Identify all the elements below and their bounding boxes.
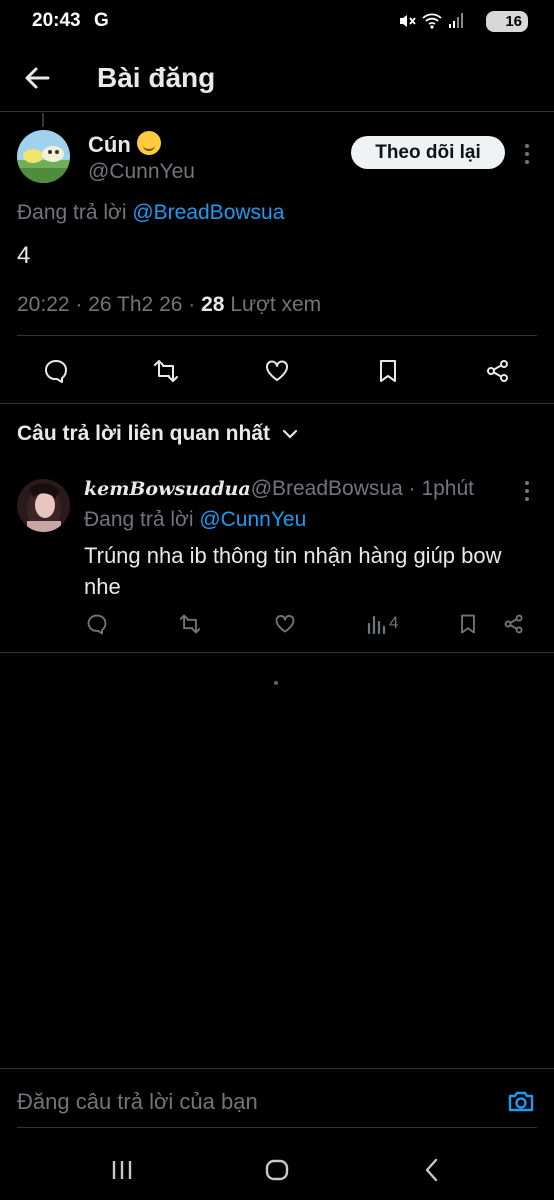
bookmark-icon[interactable] xyxy=(457,613,479,635)
reply-icon[interactable] xyxy=(86,613,108,635)
reply-composer xyxy=(0,1068,554,1128)
post-views-label: Lượt xem xyxy=(230,293,322,316)
back-arrow-icon[interactable] xyxy=(22,64,54,92)
reply-icon[interactable] xyxy=(43,358,69,384)
reply-context: Đang trả lời @BreadBowsua xyxy=(17,201,284,225)
thread-line xyxy=(42,113,44,127)
loading-indicator xyxy=(274,681,278,685)
repost-icon[interactable] xyxy=(179,613,201,635)
replies-sort-label: Câu trả lời liên quan nhất xyxy=(17,422,270,445)
recent-apps-icon[interactable] xyxy=(108,1156,136,1184)
bookmark-icon[interactable] xyxy=(375,358,401,384)
author-name-text: Cún xyxy=(88,132,131,157)
repost-icon[interactable] xyxy=(153,358,179,384)
post-meta: 20:22 · 26 Th2 26 · 28 Lượt xem xyxy=(17,293,322,316)
chevron-down-icon xyxy=(282,430,297,440)
reply-item[interactable]: kemBowsuadua@BreadBowsua · 1phút Đang tr… xyxy=(0,465,554,653)
reply-time: 1phút xyxy=(421,477,474,500)
like-heart-icon[interactable] xyxy=(264,358,290,384)
divider xyxy=(0,403,554,404)
post-action-bar xyxy=(0,348,554,392)
status-icons xyxy=(398,12,464,30)
share-icon[interactable] xyxy=(485,358,511,384)
author-name[interactable]: Cún xyxy=(88,131,161,158)
reply-mention-link[interactable]: @BreadBowsua xyxy=(132,201,284,224)
post-text: 4 xyxy=(17,242,31,269)
reply-header: kemBowsuadua@BreadBowsua · 1phút xyxy=(84,477,474,500)
smiling-emoji-icon xyxy=(136,131,161,155)
mute-icon xyxy=(400,15,416,27)
reply-context: Đang trả lời @CunnYeu xyxy=(84,508,306,532)
share-icon[interactable] xyxy=(503,613,525,635)
reply-view-count: 4 xyxy=(389,613,399,632)
post-view-count: 28 xyxy=(201,293,225,316)
views-chart-icon[interactable] xyxy=(366,613,388,635)
author-avatar[interactable] xyxy=(17,130,70,183)
carrier-g-icon: G xyxy=(94,10,109,31)
home-icon[interactable] xyxy=(263,1156,291,1184)
reply-input[interactable] xyxy=(17,1089,477,1115)
battery-indicator: 16 xyxy=(486,11,528,32)
replies-sort-selector[interactable]: Câu trả lời liên quan nhất xyxy=(17,422,298,446)
reply-author-handle[interactable]: @BreadBowsua xyxy=(251,477,403,500)
divider xyxy=(17,1127,537,1128)
reply-author-name[interactable]: kemBowsuadua xyxy=(84,478,251,500)
reply-action-bar: 4 xyxy=(0,613,554,639)
reply-text: Trúng nha ib thông tin nhận hàng giúp bo… xyxy=(84,543,502,599)
wifi-icon xyxy=(422,13,442,29)
signal-icon xyxy=(449,13,463,28)
reply-prefix: Đang trả lời xyxy=(84,508,194,531)
reply-prefix: Đang trả lời xyxy=(17,201,127,224)
top-header: Bài đăng xyxy=(0,46,554,112)
divider xyxy=(17,335,537,336)
author-handle[interactable]: @CunnYeu xyxy=(88,160,195,184)
post-date: 26 Th2 26 xyxy=(88,293,183,316)
system-nav-bar xyxy=(0,1140,554,1200)
reply-more-options-icon[interactable] xyxy=(524,481,530,505)
page-title: Bài đăng xyxy=(97,62,216,93)
post-time: 20:22 xyxy=(17,293,70,316)
status-bar: 20:43 G 16 xyxy=(0,0,554,44)
camera-icon[interactable] xyxy=(507,1088,535,1114)
reply-mention-link[interactable]: @CunnYeu xyxy=(199,508,306,531)
like-heart-icon[interactable] xyxy=(274,613,296,635)
follow-back-button[interactable]: Theo dõi lại xyxy=(351,136,505,169)
back-nav-icon[interactable] xyxy=(418,1156,446,1184)
status-time: 20:43 xyxy=(32,10,81,31)
more-options-icon[interactable] xyxy=(524,144,530,168)
reply-author-avatar[interactable] xyxy=(17,479,70,532)
